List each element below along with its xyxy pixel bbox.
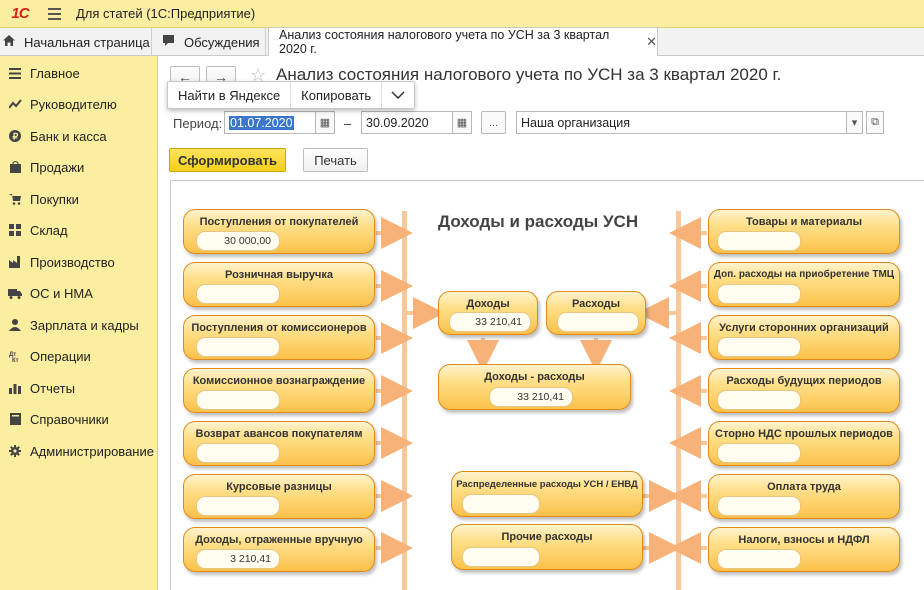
bag-icon <box>0 161 30 173</box>
block-vat-reversal: Сторно НДС прошлых периодов <box>708 421 900 466</box>
chat-icon <box>162 34 176 50</box>
value-vat-reversal <box>717 443 801 463</box>
open-icon[interactable]: ⧉ <box>866 111 884 134</box>
factory-icon <box>0 256 30 268</box>
chart-icon <box>0 382 30 394</box>
block-customer-receipts: Поступления от покупателей 30 000,00 <box>183 209 375 254</box>
date-from-field[interactable]: 01.07.2020 <box>224 111 316 134</box>
sidebar-item-reports[interactable]: Отчеты <box>0 374 158 402</box>
sidebar-item-admin[interactable]: Администрирование <box>0 437 158 465</box>
value-manual-income: 3 210,41 <box>196 549 280 569</box>
find-yandex-button[interactable]: Найти в Яндексе <box>168 82 292 108</box>
close-icon[interactable]: ✕ <box>646 34 657 50</box>
copy-button[interactable]: Копировать <box>291 82 383 108</box>
tab-bar: Начальная страница Обсуждения Анализ сос… <box>0 27 924 56</box>
sidebar-item-salary[interactable]: Зарплата и кадры <box>0 311 158 339</box>
main-panel: ← → ☆ Анализ состояния налогового учета … <box>158 56 924 590</box>
block-goods-materials: Товары и материалы <box>708 209 900 254</box>
home-icon <box>2 34 16 50</box>
sidebar-item-bank[interactable]: ₽ Банк и касса <box>0 122 158 150</box>
block-taxes: Налоги, взносы и НДФЛ <box>708 527 900 572</box>
value-goods-materials <box>717 231 801 251</box>
app-title: Для статей (1С:Предприятие) <box>76 6 256 21</box>
value-retail-revenue <box>196 284 280 304</box>
value-additional-costs <box>717 284 801 304</box>
date-to-field[interactable]: 30.09.2020 <box>361 111 453 134</box>
sidebar-item-production[interactable]: Производство <box>0 248 158 276</box>
sidebar-item-main[interactable]: Главное <box>0 59 158 87</box>
boxes-icon <box>0 224 30 236</box>
sidebar-item-sales[interactable]: Продажи <box>0 153 158 181</box>
value-exchange-differences <box>196 496 280 516</box>
block-distributed-expenses: Распределенные расходы УСН / ЕНВД <box>451 471 643 517</box>
value-advance-returns <box>196 443 280 463</box>
value-distributed-expenses <box>462 494 540 514</box>
app-logo[interactable]: 1С <box>0 0 40 28</box>
sidebar-item-manager[interactable]: Руководителю <box>0 90 158 118</box>
svg-text:₽: ₽ <box>13 132 19 142</box>
sidebar-item-purchases[interactable]: Покупки <box>0 185 158 213</box>
menu-list-icon <box>0 67 30 79</box>
context-popup: Найти в Яндексе Копировать <box>167 81 416 109</box>
trend-icon <box>0 99 30 109</box>
chevron-down-icon[interactable] <box>382 82 414 108</box>
block-income-minus-expense: Доходы - расходы 33 210,41 <box>438 364 631 410</box>
period-row: Период: 01.07.2020 ▦ – 30.09.2020 ▦ ... … <box>158 108 924 138</box>
block-exchange-differences: Курсовые разницы <box>183 474 375 519</box>
period-select-button[interactable]: ... <box>481 111 506 134</box>
sidebar-item-warehouse[interactable]: Склад <box>0 216 158 244</box>
truck-icon <box>0 288 30 299</box>
block-advance-returns: Возврат авансов покупателям <box>183 421 375 466</box>
title-bar: 1С Для статей (1С:Предприятие) <box>0 0 924 28</box>
value-income: 33 210,41 <box>449 312 531 332</box>
generate-button[interactable]: Сформировать <box>169 148 286 172</box>
report-area: Доходы и расходы УСН Поступления от поку… <box>170 180 924 590</box>
tab-usn-analysis[interactable]: Анализ состояния налогового учета по УСН… <box>268 27 658 56</box>
block-deferred-expenses: Расходы будущих периодов <box>708 368 900 413</box>
value-expense <box>557 312 639 332</box>
sidebar-item-operations[interactable]: Дт Кт Операции <box>0 342 158 370</box>
value-other-expenses <box>462 547 540 567</box>
block-manual-income: Доходы, отраженные вручную 3 210,41 <box>183 527 375 572</box>
book-icon <box>0 413 30 425</box>
gear-icon <box>0 445 30 457</box>
block-commission-fee: Комиссионное вознаграждение <box>183 368 375 413</box>
dropdown-icon[interactable]: ▾ <box>846 111 863 134</box>
block-expense: Расходы <box>546 291 646 335</box>
block-commissioner-receipts: Поступления от комиссионеров <box>183 315 375 360</box>
sidebar-item-assets[interactable]: ОС и НМА <box>0 279 158 307</box>
tab-home[interactable]: Начальная страница <box>0 28 152 56</box>
value-deferred-expenses <box>717 390 801 410</box>
period-label: Период: <box>173 116 223 131</box>
value-commission-fee <box>196 390 280 410</box>
ruble-icon: ₽ <box>0 130 30 142</box>
block-income: Доходы 33 210,41 <box>438 291 538 335</box>
calendar-from-icon[interactable]: ▦ <box>315 111 335 134</box>
cart-icon <box>0 193 30 205</box>
print-button[interactable]: Печать <box>303 148 368 172</box>
block-third-party-services: Услуги сторонних организаций <box>708 315 900 360</box>
block-retail-revenue: Розничная выручка <box>183 262 375 307</box>
value-third-party-services <box>717 337 801 357</box>
value-payroll <box>717 496 801 516</box>
block-payroll: Оплата труда <box>708 474 900 519</box>
svg-text:Кт: Кт <box>12 358 19 362</box>
value-income-minus-expense: 33 210,41 <box>489 387 573 407</box>
dt-kt-icon: Дт Кт <box>0 350 30 362</box>
sidebar: Главное Руководителю ₽ Банк и касса Прод… <box>0 56 158 590</box>
organization-field[interactable]: Наша организация <box>516 111 847 134</box>
sidebar-item-references[interactable]: Справочники <box>0 405 158 433</box>
person-icon <box>0 319 30 331</box>
period-dash: – <box>344 116 352 131</box>
value-customer-receipts: 30 000,00 <box>196 231 280 251</box>
calendar-to-icon[interactable]: ▦ <box>452 111 472 134</box>
tab-discussions[interactable]: Обсуждения <box>152 28 266 56</box>
main-menu-icon[interactable] <box>40 0 68 28</box>
value-commissioner-receipts <box>196 337 280 357</box>
block-other-expenses: Прочие расходы <box>451 524 643 570</box>
value-taxes <box>717 549 801 569</box>
block-additional-costs: Доп. расходы на приобретение ТМЦ <box>708 262 900 307</box>
